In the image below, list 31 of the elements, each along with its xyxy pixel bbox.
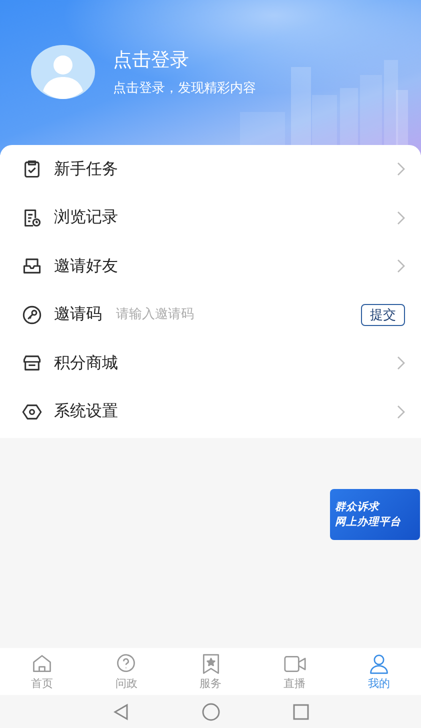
chevron-right-icon	[397, 404, 405, 419]
field-label: 邀请码	[54, 304, 102, 326]
chevron-right-icon	[397, 210, 405, 225]
tab[interactable]: 问政	[84, 648, 168, 695]
banner-text: 网上办理平台	[335, 515, 402, 529]
submit-button[interactable]: 提交	[361, 304, 405, 326]
clipboard-check-icon	[22, 159, 42, 180]
banner-text: 群众诉求	[335, 500, 381, 514]
login-subtitle: 点击登录，发现精彩内容	[113, 80, 256, 97]
recents-icon[interactable]	[290, 702, 310, 722]
banner[interactable]: 群众诉求 网上办理平台	[330, 489, 420, 540]
menu-item[interactable]: 积分商城	[54, 352, 118, 374]
invite-code-field[interactable]: 请输入邀请码	[114, 306, 349, 324]
document-clock-icon	[22, 208, 42, 228]
envelope-tray-icon	[22, 256, 42, 276]
chevron-right-icon	[397, 162, 405, 176]
menu-item[interactable]: 系统设置	[54, 401, 118, 422]
chevron-right-icon	[397, 259, 405, 274]
storefront-icon	[22, 353, 42, 374]
menu-item[interactable]: 浏览记录	[54, 207, 118, 228]
tab[interactable]: 我的	[336, 648, 421, 695]
tab[interactable]: 首页	[0, 648, 84, 695]
tab[interactable]: 服务	[168, 648, 253, 695]
menu-item[interactable]: 邀请好友	[54, 256, 118, 277]
home-circle-icon[interactable]	[200, 702, 220, 722]
tab[interactable]: 直播	[252, 648, 337, 695]
chevron-right-icon	[397, 356, 405, 370]
key-circle-icon	[22, 304, 42, 325]
hexagon-gear-icon	[22, 402, 42, 422]
avatar-icon[interactable]	[31, 45, 95, 99]
menu-item[interactable]: 新手任务	[54, 158, 118, 180]
